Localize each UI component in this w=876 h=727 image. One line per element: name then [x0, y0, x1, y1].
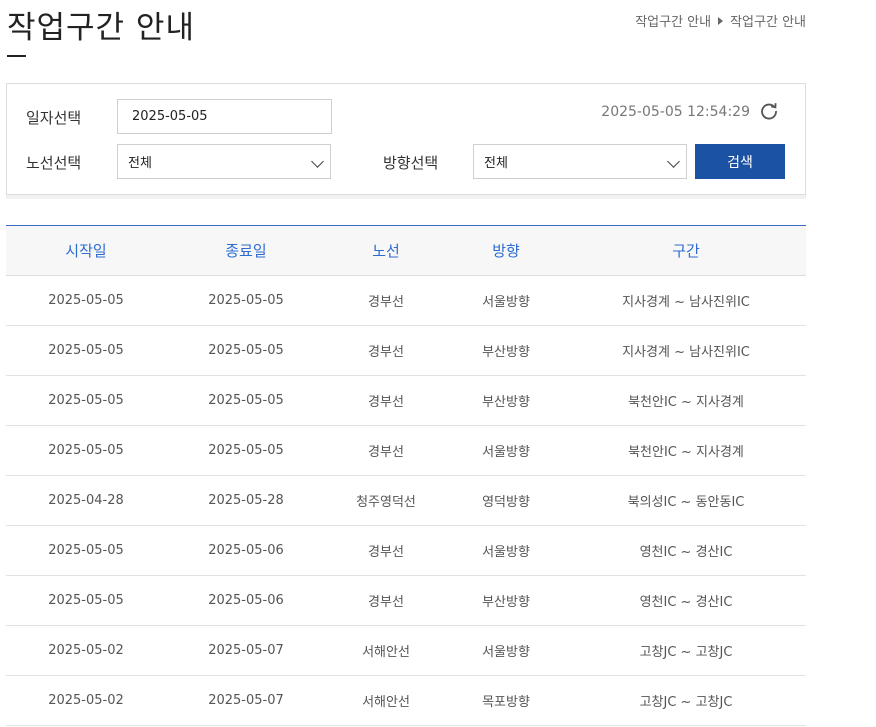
cell-start-date: 2025-05-05: [6, 375, 166, 426]
breadcrumb: 작업구간 안내 작업구간 안내: [635, 11, 806, 30]
breadcrumb-item[interactable]: 작업구간 안내: [635, 11, 711, 30]
cell-section: 영천IC ~ 경산IC: [566, 575, 806, 626]
search-panel: 일자선택 2025-05-05 2025-05-05 12:54:29 노선선택…: [6, 83, 806, 195]
direction-select-value: 전체: [484, 156, 508, 171]
cell-direction: 영덕방향: [446, 475, 566, 526]
table-row: 2025-04-28 2025-05-28 청주영덕선 영덕방향 북의성IC ~…: [6, 475, 806, 526]
cell-section: 지사경계 ~ 남사진위IC: [566, 325, 806, 376]
direction-label: 방향선택: [383, 154, 439, 172]
cell-route: 서해안선: [326, 675, 446, 726]
chevron-right-icon: [718, 16, 724, 25]
cell-start-date: 2025-05-05: [6, 525, 166, 576]
cell-end-date: 2025-05-05: [166, 275, 326, 326]
cell-end-date: 2025-05-05: [166, 325, 326, 376]
cell-end-date: 2025-05-07: [166, 675, 326, 726]
cell-start-date: 2025-05-02: [6, 675, 166, 726]
cell-direction: 부산방향: [446, 575, 566, 626]
cell-direction: 서울방향: [446, 625, 566, 676]
cell-route: 경부선: [326, 425, 446, 476]
cell-section: 지사경계 ~ 남사진위IC: [566, 275, 806, 326]
cell-start-date: 2025-05-05: [6, 425, 166, 476]
page-title: 작업구간 안내: [7, 10, 195, 46]
cell-end-date: 2025-05-05: [166, 425, 326, 476]
cell-start-date: 2025-05-05: [6, 275, 166, 326]
date-label: 일자선택: [26, 109, 82, 127]
title-underline: [7, 55, 26, 57]
table-row: 2025-05-02 2025-05-07 서해안선 목포방향 고창JC ~ 고…: [6, 675, 806, 726]
cell-route: 경부선: [326, 575, 446, 626]
cell-section: 고창JC ~ 고창JC: [566, 675, 806, 726]
cell-section: 고창JC ~ 고창JC: [566, 625, 806, 676]
date-input[interactable]: 2025-05-05: [117, 99, 332, 134]
date-input-value: 2025-05-05: [132, 109, 208, 124]
table-row: 2025-05-05 2025-05-05 경부선 부산방향 지사경계 ~ 남사…: [6, 325, 806, 376]
cell-route: 경부선: [326, 275, 446, 326]
cell-start-date: 2025-05-05: [6, 325, 166, 376]
table-row: 2025-05-05 2025-05-05 경부선 부산방향 북천안IC ~ 지…: [6, 375, 806, 426]
breadcrumb-item[interactable]: 작업구간 안내: [730, 11, 806, 30]
column-header-end-date: 종료일: [166, 225, 326, 276]
chevron-down-icon: [667, 155, 680, 168]
table-row: 2025-05-05 2025-05-05 경부선 서울방향 북천안IC ~ 지…: [6, 425, 806, 476]
cell-direction: 부산방향: [446, 375, 566, 426]
current-datetime: 2025-05-05 12:54:29: [601, 104, 750, 120]
cell-route: 서해안선: [326, 625, 446, 676]
cell-section: 북천안IC ~ 지사경계: [566, 425, 806, 476]
cell-route: 경부선: [326, 325, 446, 376]
cell-route: 청주영덕선: [326, 475, 446, 526]
cell-route: 경부선: [326, 375, 446, 426]
column-header-section: 구간: [566, 225, 806, 276]
cell-end-date: 2025-05-06: [166, 575, 326, 626]
route-select-value: 전체: [128, 156, 152, 171]
cell-section: 북의성IC ~ 동안동IC: [566, 475, 806, 526]
refresh-icon[interactable]: [759, 101, 779, 121]
work-section-table: 시작일 종료일 노선 방향 구간 2025-05-05 2025-05-05 경…: [6, 225, 806, 726]
cell-section: 북천안IC ~ 지사경계: [566, 375, 806, 426]
column-header-direction: 방향: [446, 225, 566, 276]
route-select[interactable]: 전체: [117, 144, 331, 179]
search-button[interactable]: 검색: [695, 144, 785, 179]
table-row: 2025-05-05 2025-05-06 경부선 서울방향 영천IC ~ 경산…: [6, 525, 806, 576]
table-row: 2025-05-05 2025-05-06 경부선 부산방향 영천IC ~ 경산…: [6, 575, 806, 626]
cell-start-date: 2025-05-05: [6, 575, 166, 626]
table-header-row: 시작일 종료일 노선 방향 구간: [6, 225, 806, 276]
column-header-start-date: 시작일: [6, 225, 166, 276]
cell-direction: 서울방향: [446, 425, 566, 476]
cell-direction: 서울방향: [446, 275, 566, 326]
panel-divider: [6, 195, 806, 199]
cell-route: 경부선: [326, 525, 446, 576]
cell-end-date: 2025-05-07: [166, 625, 326, 676]
table-row: 2025-05-05 2025-05-05 경부선 서울방향 지사경계 ~ 남사…: [6, 275, 806, 326]
route-label: 노선선택: [26, 154, 82, 172]
cell-direction: 목포방향: [446, 675, 566, 726]
cell-direction: 부산방향: [446, 325, 566, 376]
cell-direction: 서울방향: [446, 525, 566, 576]
cell-end-date: 2025-05-28: [166, 475, 326, 526]
direction-select[interactable]: 전체: [473, 144, 687, 179]
cell-section: 영천IC ~ 경산IC: [566, 525, 806, 576]
cell-start-date: 2025-04-28: [6, 475, 166, 526]
cell-end-date: 2025-05-05: [166, 375, 326, 426]
chevron-down-icon: [311, 155, 324, 168]
cell-end-date: 2025-05-06: [166, 525, 326, 576]
column-header-route: 노선: [326, 225, 446, 276]
table-row: 2025-05-02 2025-05-07 서해안선 서울방향 고창JC ~ 고…: [6, 625, 806, 676]
cell-start-date: 2025-05-02: [6, 625, 166, 676]
